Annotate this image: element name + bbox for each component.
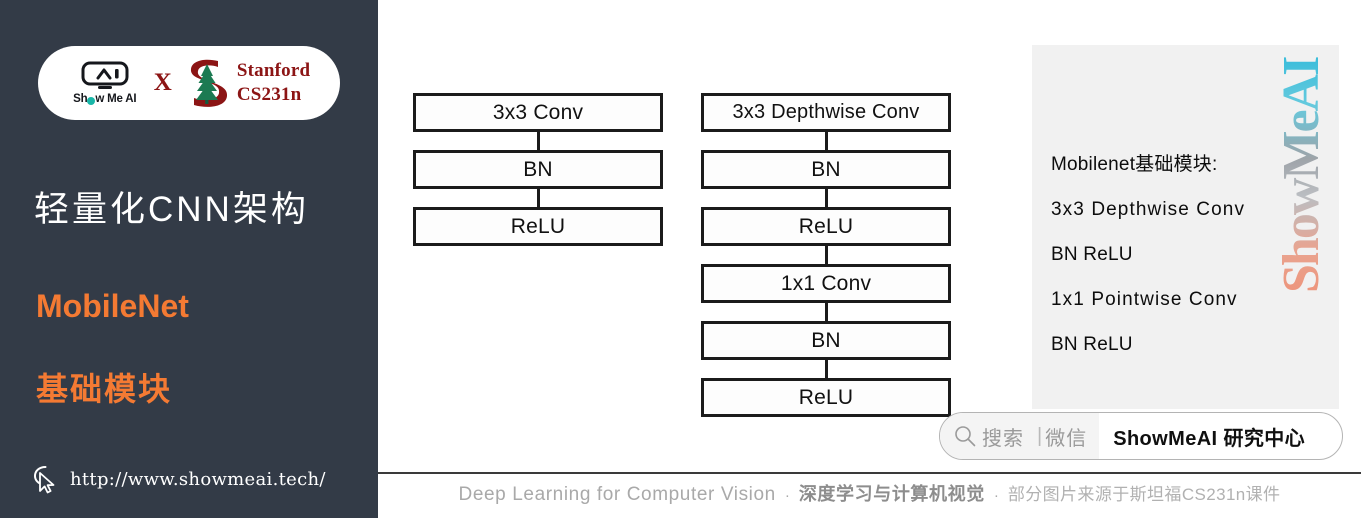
wordmark-dot-icon xyxy=(87,96,96,105)
wordmark-pre: Sh xyxy=(73,92,88,105)
subtitle-model-name: MobileNet xyxy=(36,288,189,324)
footer: Deep Learning for Computer Vision · 深度学习… xyxy=(378,472,1361,518)
node-relu-1: ReLU xyxy=(413,207,663,246)
info-line-pointwise: 1x1 Pointwise Conv xyxy=(1051,289,1238,310)
footer-dot-1: · xyxy=(784,487,790,504)
node-depthwise-conv: 3x3 Depthwise Conv xyxy=(701,93,951,132)
mouse-cursor-icon xyxy=(33,466,55,494)
stanford-line1: Stanford xyxy=(236,60,311,82)
connector-line xyxy=(536,132,540,150)
stanford-tree-s-icon xyxy=(190,59,227,107)
main-content: 3x3 Conv BN ReLU 3x3 Depthwise Conv BN R… xyxy=(378,0,1361,518)
showmeai-logo: Sh w Me AI xyxy=(68,61,142,106)
page-title: 轻量化CNN架构 xyxy=(34,190,309,230)
node-conv1x1: 1x1 Conv xyxy=(701,264,951,303)
node-relu-dw: ReLU xyxy=(701,207,951,246)
connector-line xyxy=(824,189,828,207)
sidebar-url-row[interactable]: http://www.showmeai.tech/ xyxy=(32,464,326,494)
search-channel-label: 微信 xyxy=(1045,413,1100,459)
stanford-logo: Stanford CS231n xyxy=(184,57,310,109)
connector-line xyxy=(536,189,540,207)
magnifier-icon xyxy=(955,426,976,447)
footer-english: Deep Learning for Computer Vision xyxy=(458,484,776,505)
showmeai-watermark: ShowMeAI xyxy=(1273,40,1330,310)
connector-line xyxy=(824,246,828,264)
node-bn-pw: BN xyxy=(701,321,951,360)
node-conv3x3: 3x3 Conv xyxy=(413,93,663,132)
node-bn-dw: BN xyxy=(701,150,951,189)
showmeai-wordmark: Sh w Me AI xyxy=(73,92,137,106)
logo-cross: X xyxy=(153,69,172,96)
footer-inner: Deep Learning for Computer Vision · 深度学习… xyxy=(459,480,1281,506)
connector-line xyxy=(824,132,828,150)
node-bn-1: BN xyxy=(413,150,663,189)
footer-chinese-note: 部分图片来源于斯坦福CS231n课件 xyxy=(1007,485,1281,504)
wordmark-post: w Me AI xyxy=(95,92,137,105)
node-relu-pw: ReLU xyxy=(701,378,951,417)
info-line-bn-relu-2: BN ReLU xyxy=(1051,334,1133,355)
footer-chinese-title: 深度学习与计算机视觉 xyxy=(798,484,985,504)
search-brand-label: ShowMeAI 研究中心 xyxy=(1113,427,1306,450)
wechat-search-bar[interactable]: 搜索 | 微信 ShowMeAI 研究中心 xyxy=(939,412,1343,460)
logo-pill: Sh w Me AI X Stanford CS231n xyxy=(38,46,340,120)
search-left-group[interactable]: 搜索 xyxy=(940,413,1034,459)
sidebar: Sh w Me AI X Stanford CS231n 轻量化CNN架构 Mo… xyxy=(0,0,378,518)
stanford-line2: CS231n xyxy=(236,84,302,105)
connector-line xyxy=(824,303,828,321)
robot-face-icon xyxy=(81,61,129,89)
subtitle-topic: 基础模块 xyxy=(36,371,173,407)
sidebar-url-text: http://www.showmeai.tech/ xyxy=(70,468,326,490)
depthwise-separable-flow: 3x3 Depthwise Conv BN ReLU 1x1 Conv BN R… xyxy=(701,93,951,417)
footer-dot-2: · xyxy=(993,487,999,504)
search-separator: | xyxy=(1034,413,1046,459)
connector-line xyxy=(824,360,828,378)
standard-conv-flow: 3x3 Conv BN ReLU xyxy=(413,93,663,246)
stanford-text: Stanford CS231n xyxy=(237,59,310,107)
slide-root: Sh w Me AI X Stanford CS231n 轻量化CNN架构 Mo… xyxy=(0,0,1361,518)
search-placeholder: 搜索 xyxy=(982,427,1024,450)
